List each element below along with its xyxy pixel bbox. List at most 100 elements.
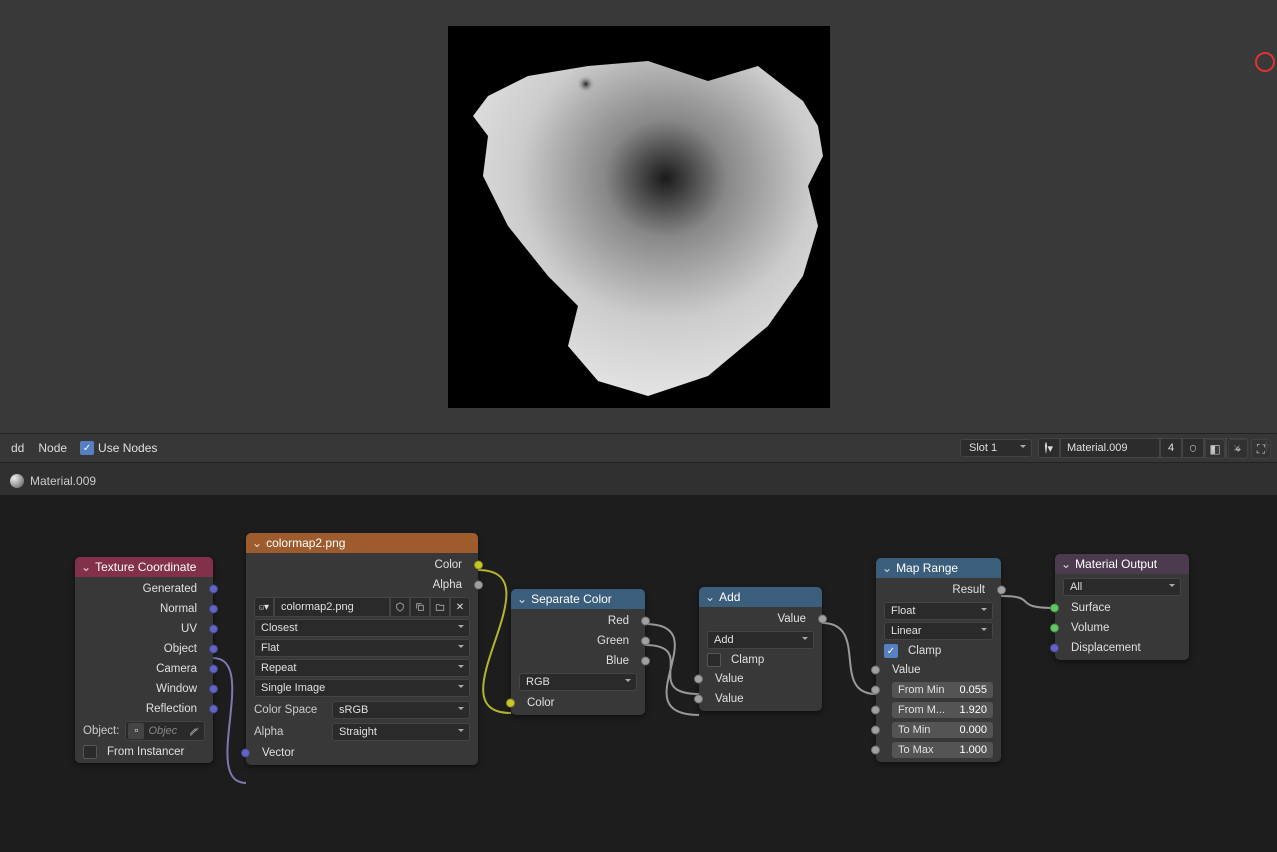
user-count[interactable]: 4 xyxy=(1160,438,1182,458)
texture-preview xyxy=(448,26,830,408)
checkbox-icon xyxy=(80,441,94,455)
viewport-gizmo[interactable] xyxy=(1255,10,1277,110)
chevron-down-icon: ⌄ xyxy=(517,592,527,606)
material-name-field[interactable]: Material.009 xyxy=(1060,438,1160,458)
socket-color-in[interactable] xyxy=(506,699,515,708)
snap-toggle-icon[interactable]: ⌖ xyxy=(1228,439,1248,459)
to-max-field[interactable]: To Max1.000 xyxy=(892,742,993,758)
color-mode-dropdown[interactable]: RGB xyxy=(519,673,637,691)
overlay-toggle-icon[interactable]: ◧ xyxy=(1205,439,1225,459)
node-header[interactable]: ⌄ Map Range xyxy=(876,558,1001,578)
socket-normal[interactable] xyxy=(209,605,218,614)
socket-uv[interactable] xyxy=(209,625,218,634)
use-nodes-toggle[interactable]: Use Nodes xyxy=(80,441,157,455)
clamp-toggle[interactable]: Clamp xyxy=(876,642,1001,660)
cube-icon: ▫ xyxy=(128,723,144,739)
source-dropdown[interactable]: Single Image xyxy=(254,679,470,697)
folder-icon xyxy=(435,602,445,612)
colorspace-dropdown[interactable]: sRGB xyxy=(332,701,470,719)
operation-dropdown[interactable]: Add xyxy=(707,631,814,649)
node-image-texture[interactable]: ⌄ colormap2.png Color Alpha ▾ colormap2.… xyxy=(246,533,478,765)
from-max-field[interactable]: From M...1.920 xyxy=(892,702,993,718)
socket-to-max[interactable] xyxy=(871,746,880,755)
chevron-down-icon: ⌄ xyxy=(705,590,715,604)
node-header[interactable]: ⌄ Add xyxy=(699,587,822,607)
checkbox-icon xyxy=(707,653,721,667)
socket-value-1[interactable] xyxy=(694,675,703,684)
breadcrumb-material[interactable]: Material.009 xyxy=(30,474,96,488)
slot-dropdown[interactable]: Slot 1 xyxy=(960,439,1032,457)
viewport-3d[interactable] xyxy=(0,0,1277,433)
socket-green[interactable] xyxy=(641,637,650,646)
eyedropper-icon[interactable] xyxy=(186,723,202,739)
socket-alpha[interactable] xyxy=(474,581,483,590)
node-editor-header: dd Node Use Nodes Slot 1 ▾ Material.009 … xyxy=(0,433,1277,463)
socket-window[interactable] xyxy=(209,685,218,694)
image-browse-button[interactable]: ▾ xyxy=(254,597,274,617)
fake-user-button[interactable] xyxy=(1182,438,1204,458)
chevron-down-icon: ⌄ xyxy=(1061,557,1071,571)
from-instancer-toggle[interactable]: From Instancer xyxy=(75,743,213,761)
socket-displacement[interactable] xyxy=(1050,644,1059,653)
copy-icon xyxy=(415,602,425,612)
shield-icon xyxy=(395,602,405,612)
menu-add[interactable]: dd xyxy=(4,441,31,455)
image-name-field[interactable]: colormap2.png xyxy=(274,597,390,617)
socket-generated[interactable] xyxy=(209,585,218,594)
socket-object[interactable] xyxy=(209,645,218,654)
socket-value-out[interactable] xyxy=(818,615,827,624)
node-editor-canvas[interactable]: ⌄ Texture Coordinate Generated Normal UV… xyxy=(0,495,1277,852)
node-header[interactable]: ⌄ Material Output xyxy=(1055,554,1189,574)
socket-volume[interactable] xyxy=(1050,624,1059,633)
open-image-button[interactable] xyxy=(430,597,450,617)
node-texture-coordinate[interactable]: ⌄ Texture Coordinate Generated Normal UV… xyxy=(75,557,213,763)
node-map-range[interactable]: ⌄ Map Range Result Float Linear Clamp Va… xyxy=(876,558,1001,762)
socket-camera[interactable] xyxy=(209,665,218,674)
target-dropdown[interactable]: All xyxy=(1063,578,1181,596)
node-math-add[interactable]: ⌄ Add Value Add Clamp Value Value xyxy=(699,587,822,711)
fake-user-button[interactable] xyxy=(390,597,410,617)
sphere-icon xyxy=(1045,442,1047,454)
shield-icon xyxy=(1189,443,1197,454)
chevron-down-icon: ⌄ xyxy=(882,561,892,575)
socket-result[interactable] xyxy=(997,586,1006,595)
material-icon xyxy=(10,474,24,488)
menu-node[interactable]: Node xyxy=(31,441,74,455)
material-browse-icon[interactable]: ▾ xyxy=(1038,438,1060,458)
image-icon xyxy=(259,602,264,613)
node-header[interactable]: ⌄ Texture Coordinate xyxy=(75,557,213,577)
socket-to-min[interactable] xyxy=(871,726,880,735)
image-selector: ▾ colormap2.png ✕ xyxy=(254,597,470,617)
socket-from-min[interactable] xyxy=(871,686,880,695)
socket-blue[interactable] xyxy=(641,657,650,666)
alpha-mode-dropdown[interactable]: Straight xyxy=(332,723,470,741)
socket-vector[interactable] xyxy=(241,749,250,758)
socket-surface[interactable] xyxy=(1050,604,1059,613)
socket-reflection[interactable] xyxy=(209,705,218,714)
clamp-toggle[interactable]: Clamp xyxy=(699,651,822,669)
chevron-down-icon: ⌄ xyxy=(81,560,91,574)
node-header[interactable]: ⌄ colormap2.png xyxy=(246,533,478,553)
parent-node-icon[interactable]: ⛶ xyxy=(1251,439,1271,459)
socket-red[interactable] xyxy=(641,617,650,626)
extension-dropdown[interactable]: Repeat xyxy=(254,659,470,677)
new-image-button[interactable] xyxy=(410,597,430,617)
socket-value-in[interactable] xyxy=(871,666,880,675)
node-separate-color[interactable]: ⌄ Separate Color Red Green Blue RGB Colo… xyxy=(511,589,645,715)
node-breadcrumb: Material.009 xyxy=(0,467,1277,495)
checkbox-icon xyxy=(83,745,97,759)
node-header[interactable]: ⌄ Separate Color xyxy=(511,589,645,609)
socket-value-2[interactable] xyxy=(694,695,703,704)
projection-dropdown[interactable]: Flat xyxy=(254,639,470,657)
unlink-image-button[interactable]: ✕ xyxy=(450,597,470,617)
node-material-output[interactable]: ⌄ Material Output All Surface Volume Dis… xyxy=(1055,554,1189,660)
to-min-field[interactable]: To Min0.000 xyxy=(892,722,993,738)
data-type-dropdown[interactable]: Float xyxy=(884,602,993,620)
socket-color[interactable] xyxy=(474,561,483,570)
from-min-field[interactable]: From Min0.055 xyxy=(892,682,993,698)
interp-type-dropdown[interactable]: Linear xyxy=(884,622,993,640)
checkbox-icon xyxy=(884,644,898,658)
object-field[interactable]: ▫ Objec xyxy=(125,721,205,741)
interpolation-dropdown[interactable]: Closest xyxy=(254,619,470,637)
socket-from-max[interactable] xyxy=(871,706,880,715)
